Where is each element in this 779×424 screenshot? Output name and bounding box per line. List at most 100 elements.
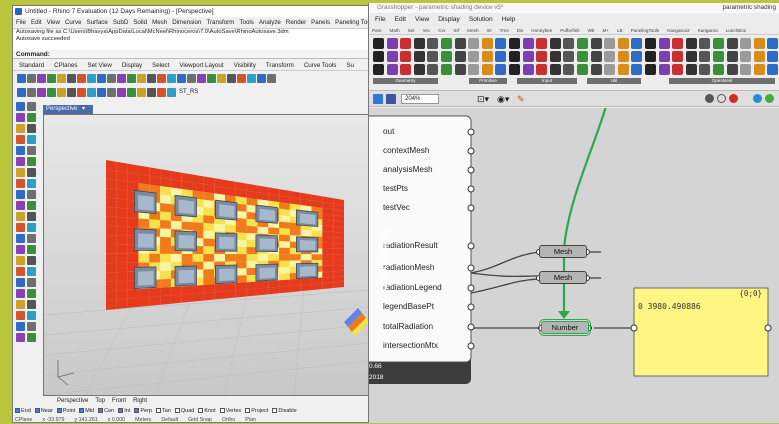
side-tool-icon[interactable] — [16, 146, 25, 155]
rhino-menu-item[interactable]: File — [16, 19, 26, 26]
viewport-dropdown-icon[interactable]: ▾ — [82, 106, 85, 112]
toolbar-tool-icon[interactable] — [157, 74, 166, 83]
toolbar-tool-icon[interactable] — [97, 74, 106, 83]
component-icon[interactable] — [740, 38, 752, 49]
component-icon[interactable] — [685, 64, 697, 75]
component-icon[interactable] — [726, 38, 738, 49]
rhino-menu-item[interactable]: Edit — [31, 19, 42, 26]
osnap-checkbox[interactable]: Cen — [98, 408, 114, 414]
side-tool-icon[interactable] — [16, 179, 25, 188]
toolbar-tool-icon[interactable] — [77, 88, 86, 97]
component-icon[interactable] — [509, 64, 520, 75]
component-icon[interactable] — [577, 64, 588, 75]
toolbar-tool-icon[interactable] — [37, 74, 46, 83]
osnap-checkbox[interactable]: Perp — [134, 408, 152, 414]
component-param[interactable]: intersectionMtx — [383, 341, 438, 351]
gh-category-tab[interactable]: Srf — [453, 28, 459, 33]
component-icon[interactable] — [522, 38, 534, 49]
component-icon[interactable] — [563, 38, 575, 49]
side-tool-icon[interactable] — [27, 267, 36, 276]
panel[interactable]: {0;0} 0 3980.490886 — [634, 288, 768, 376]
toolbar-tab[interactable]: Curve Tools — [304, 62, 337, 69]
component-icon[interactable] — [536, 51, 548, 62]
component-icon[interactable] — [549, 38, 561, 49]
component-icon[interactable] — [767, 38, 779, 49]
component-icon[interactable] — [441, 51, 452, 62]
preview-mode-icon[interactable]: ⊡▾ — [477, 94, 489, 104]
component-icon[interactable] — [454, 64, 466, 75]
eye-icon[interactable]: ◉▾ — [497, 94, 509, 104]
toolbar-tool-icon[interactable] — [57, 74, 66, 83]
component-icon[interactable] — [577, 51, 588, 62]
osnap-checkbox[interactable]: Quad — [174, 408, 194, 414]
component-icon[interactable] — [481, 51, 493, 62]
component-icon[interactable] — [767, 64, 779, 75]
toolbar-tab[interactable]: Visibility — [234, 62, 256, 69]
side-tool-icon[interactable] — [16, 333, 25, 342]
component-icon[interactable] — [631, 38, 643, 49]
component-icon[interactable] — [522, 64, 534, 75]
component-icon[interactable] — [617, 38, 629, 49]
component-icon[interactable] — [549, 51, 561, 62]
rhino-menu-item[interactable]: SubD — [113, 19, 128, 26]
toolbar-tool-icon[interactable] — [187, 74, 196, 83]
toolbar-tool-icon[interactable] — [247, 74, 256, 83]
component-icon[interactable] — [413, 64, 425, 75]
side-tool-icon[interactable] — [16, 300, 25, 309]
component-icon[interactable] — [536, 64, 548, 75]
component-icon[interactable] — [604, 64, 616, 75]
component-icon[interactable] — [373, 38, 384, 49]
gh-category-tab[interactable]: M+ — [602, 28, 609, 33]
side-tool-icon[interactable] — [27, 168, 36, 177]
component-param[interactable]: contextMesh — [383, 146, 429, 156]
toolbar-tool-icon[interactable] — [67, 88, 76, 97]
component-icon[interactable] — [481, 38, 493, 49]
component-icon[interactable] — [386, 64, 398, 75]
save-icon[interactable] — [386, 94, 396, 104]
component-icon[interactable] — [495, 64, 507, 75]
rhino-menu-item[interactable]: Mesh — [152, 19, 167, 26]
rhino-menu-item[interactable]: Render — [286, 19, 306, 26]
sketch-icon[interactable]: ✎ — [517, 94, 525, 104]
component-icon[interactable] — [740, 64, 752, 75]
zoom-field[interactable]: 204% — [401, 94, 439, 104]
component-icon[interactable] — [441, 64, 452, 75]
component-icon[interactable] — [413, 38, 425, 49]
component-icon[interactable] — [386, 51, 398, 62]
component-icon[interactable] — [373, 64, 384, 75]
toolbar-tool-icon[interactable] — [217, 74, 226, 83]
component-icon[interactable] — [549, 64, 561, 75]
gh-category-tab[interactable]: Vec — [423, 28, 431, 33]
side-tool-icon[interactable] — [27, 190, 36, 199]
gh-category-tab[interactable]: PanelingTools — [631, 28, 660, 33]
component-icon[interactable] — [699, 38, 711, 49]
osnap-checkbox[interactable]: Knot — [198, 408, 216, 414]
side-tool-icon[interactable] — [16, 223, 25, 232]
component-icon[interactable] — [413, 51, 425, 62]
component-icon[interactable] — [509, 51, 520, 62]
open-icon[interactable] — [373, 94, 383, 104]
component-param[interactable]: testPts — [383, 184, 408, 194]
component-icon[interactable] — [658, 64, 670, 75]
toolbar-tool-icon[interactable] — [177, 74, 186, 83]
component-icon[interactable] — [645, 64, 656, 75]
component-icon[interactable] — [563, 64, 575, 75]
osnap-checkbox[interactable]: Int — [118, 408, 130, 414]
toolbar-tool-icon[interactable] — [107, 74, 116, 83]
side-tool-icon[interactable] — [16, 201, 25, 210]
side-tool-icon[interactable] — [27, 212, 36, 221]
rhino-menu-item[interactable]: Panels — [311, 19, 330, 26]
osnap-checkbox[interactable]: Project — [245, 408, 268, 414]
render-icon[interactable] — [753, 94, 762, 103]
toolbar-tab[interactable]: Viewport Layout — [179, 62, 223, 69]
command-prompt[interactable]: Command: — [13, 50, 369, 59]
side-tool-icon[interactable] — [27, 179, 36, 188]
component-icon[interactable] — [617, 51, 629, 62]
component-icon[interactable] — [454, 51, 466, 62]
rhino-menu-item[interactable]: Dimension — [172, 19, 201, 26]
side-tool-icon[interactable] — [16, 135, 25, 144]
toolbar-tool-icon[interactable] — [157, 88, 166, 97]
side-tool-icon[interactable] — [27, 146, 36, 155]
component-icon[interactable] — [753, 38, 765, 49]
component-icon[interactable] — [658, 51, 670, 62]
